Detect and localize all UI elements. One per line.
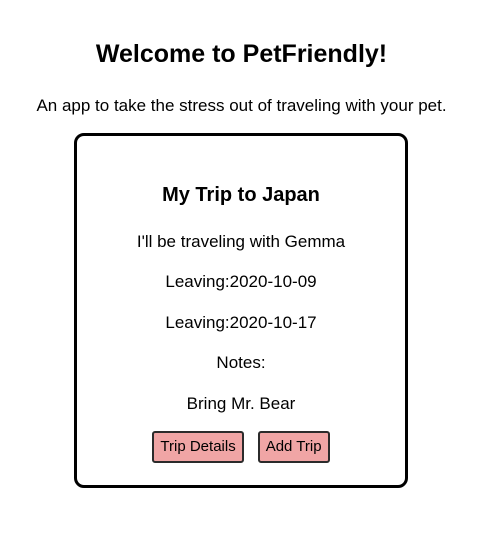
page-title: Welcome to PetFriendly! [95, 40, 388, 68]
trip-actions: Trip Details Add Trip [77, 431, 405, 463]
trip-notes-label: Notes: [216, 353, 266, 372]
trip-details-button[interactable]: Trip Details [152, 431, 244, 463]
trip-title: My Trip to Japan [162, 184, 320, 206]
add-trip-button[interactable]: Add Trip [257, 431, 330, 463]
trip-companion: I'll be traveling with Gemma [136, 232, 346, 251]
trip-card: My Trip to Japan I'll be traveling with … [74, 133, 408, 488]
page-subtitle: An app to take the stress out of traveli… [36, 96, 447, 115]
trip-second-leaving-date: Leaving:2020-10-17 [165, 313, 317, 332]
trip-leaving-date: Leaving:2020-10-09 [165, 272, 317, 291]
trip-notes-value: Bring Mr. Bear [186, 394, 296, 413]
